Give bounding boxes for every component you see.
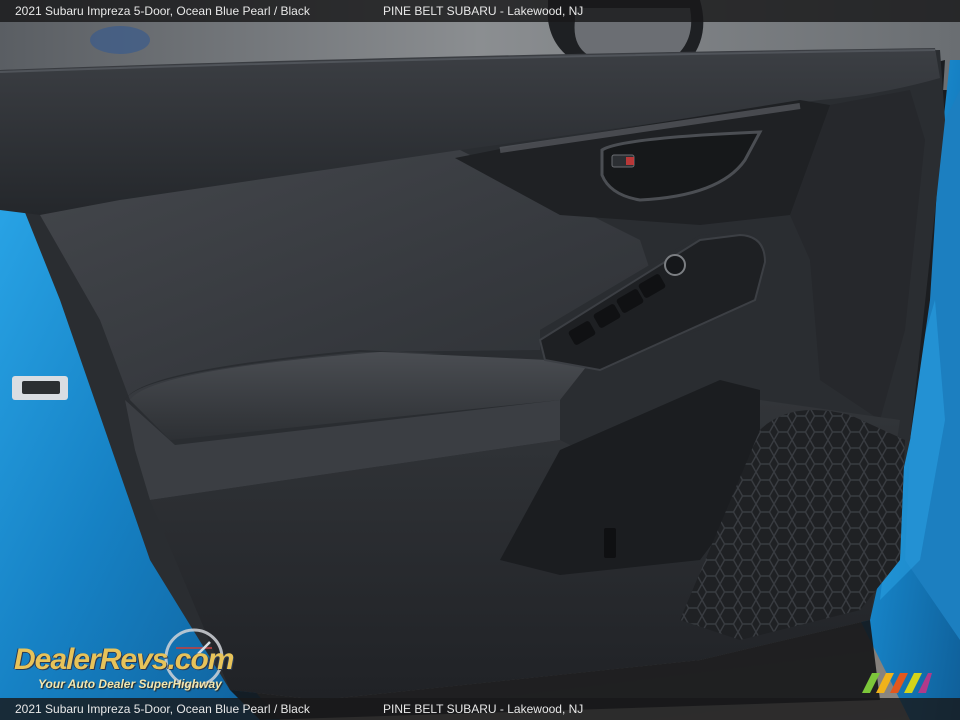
watermark-tagline: Your Auto Dealer SuperHighway <box>38 677 222 691</box>
dealer-caption-bottom: PINE BELT SUBARU - Lakewood, NJ <box>383 702 584 716</box>
vehicle-caption-bottom: 2021 Subaru Impreza 5-Door, Ocean Blue P… <box>15 702 310 716</box>
mirror-adjust-knob <box>664 254 686 276</box>
caption-bar-bottom: 2021 Subaru Impreza 5-Door, Ocean Blue P… <box>0 698 960 720</box>
car-door-photo <box>0 0 960 720</box>
caption-bar-top: 2021 Subaru Impreza 5-Door, Ocean Blue P… <box>0 0 960 22</box>
vehicle-caption: 2021 Subaru Impreza 5-Door, Ocean Blue P… <box>15 4 310 18</box>
dealer-caption: PINE BELT SUBARU - Lakewood, NJ <box>383 4 584 18</box>
watermark-brand: DealerRevs.com <box>14 643 234 676</box>
stripes-badge-icon <box>862 673 932 693</box>
